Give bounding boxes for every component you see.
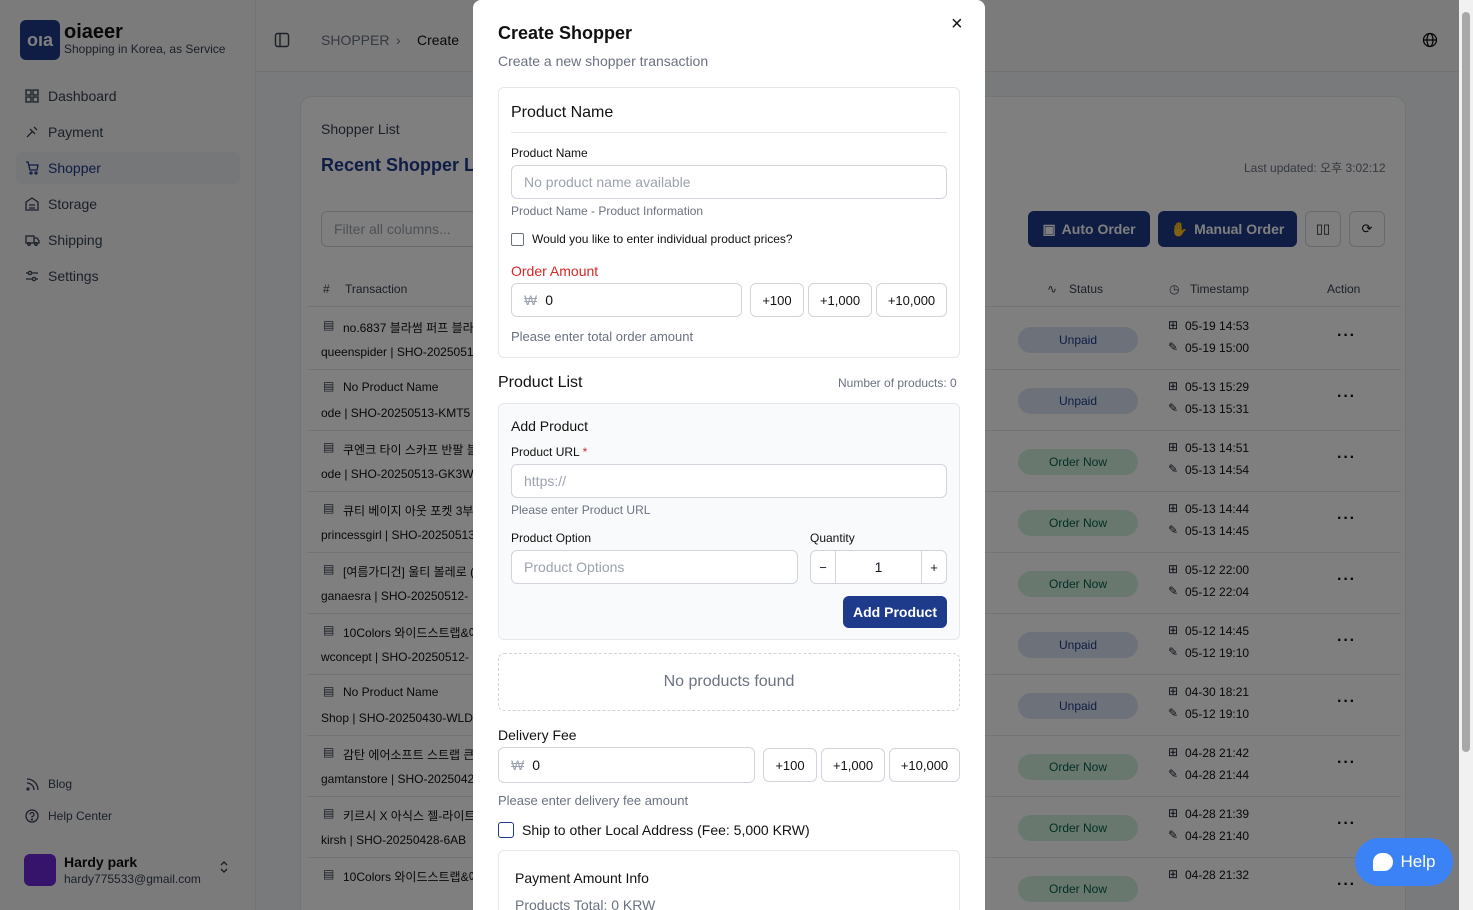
delivery-fee-value: 0: [532, 757, 541, 773]
product-name-section: Product Name Product Name No product nam…: [498, 87, 960, 358]
products-total: Products Total: 0 KRW: [515, 897, 656, 910]
delivery-fee-label: Delivery Fee: [498, 727, 577, 743]
delivery-plus-100-button[interactable]: +100: [763, 748, 817, 782]
delivery-fee-help: Please enter delivery fee amount: [498, 793, 689, 808]
close-icon[interactable]: ×: [951, 14, 963, 34]
product-name-input[interactable]: No product name available: [511, 165, 947, 199]
section-title: Product Name: [511, 104, 614, 121]
scrollbar-thumb[interactable]: [1462, 12, 1470, 752]
won-icon: ₩: [511, 757, 525, 773]
ship-local-checkbox[interactable]: [498, 822, 514, 838]
product-option-input[interactable]: Product Options: [511, 550, 798, 584]
product-url-label-text: Product URL: [511, 445, 580, 459]
payment-info-section: Payment Amount Info Products Total: 0 KR…: [498, 850, 960, 910]
add-product-section: Add Product Product URL * https:// Pleas…: [498, 403, 960, 640]
product-option-label: Product Option: [511, 531, 592, 545]
product-count: Number of products: 0: [838, 376, 957, 390]
product-url-label: Product URL *: [511, 445, 587, 459]
order-plus-100-button[interactable]: +100: [750, 283, 804, 317]
order-plus-1000-button[interactable]: +1,000: [808, 283, 872, 317]
payment-info-title: Payment Amount Info: [515, 870, 649, 886]
empty-products-message: No products found: [498, 653, 960, 711]
product-list-title: Product List: [498, 374, 583, 391]
modal-subtitle: Create a new shopper transaction: [498, 53, 709, 69]
quantity-input[interactable]: 1: [836, 551, 921, 583]
add-product-title: Add Product: [511, 418, 589, 434]
quantity-stepper: − 1 +: [810, 550, 947, 584]
modal-title: Create Shopper: [498, 23, 633, 43]
product-name-help: Product Name - Product Information: [511, 204, 704, 218]
product-name-label: Product Name: [511, 146, 588, 160]
order-amount-label: Order Amount: [511, 263, 599, 279]
page-scrollbar[interactable]: [1459, 0, 1473, 910]
order-amount-input[interactable]: ₩0: [511, 283, 742, 317]
delivery-plus-1000-button[interactable]: +1,000: [821, 748, 885, 782]
ship-local-label: Ship to other Local Address (Fee: 5,000 …: [522, 822, 810, 838]
order-amount-value: 0: [545, 292, 554, 308]
quantity-decrement-button[interactable]: −: [811, 551, 836, 583]
help-chat-label: Help: [1400, 852, 1436, 871]
delivery-plus-10000-button[interactable]: +10,000: [889, 748, 960, 782]
divider: [511, 132, 947, 133]
create-shopper-modal: Create Shopper Create a new shopper tran…: [473, 0, 985, 910]
product-url-input[interactable]: https://: [511, 464, 947, 498]
order-amount-help: Please enter total order amount: [511, 329, 694, 344]
individual-prices-label: Would you like to enter individual produ…: [532, 232, 793, 246]
help-chat-button[interactable]: Help: [1355, 838, 1453, 886]
order-plus-10000-button[interactable]: +10,000: [876, 283, 947, 317]
individual-prices-checkbox[interactable]: [511, 233, 524, 246]
quantity-increment-button[interactable]: +: [921, 551, 946, 583]
won-icon: ₩: [524, 292, 538, 308]
chat-bubble-icon: [1372, 853, 1393, 871]
delivery-fee-input[interactable]: ₩0: [498, 747, 755, 783]
quantity-label: Quantity: [810, 531, 855, 545]
required-mark: *: [582, 445, 588, 459]
product-url-help: Please enter Product URL: [511, 503, 651, 517]
add-product-button[interactable]: Add Product: [843, 596, 947, 628]
